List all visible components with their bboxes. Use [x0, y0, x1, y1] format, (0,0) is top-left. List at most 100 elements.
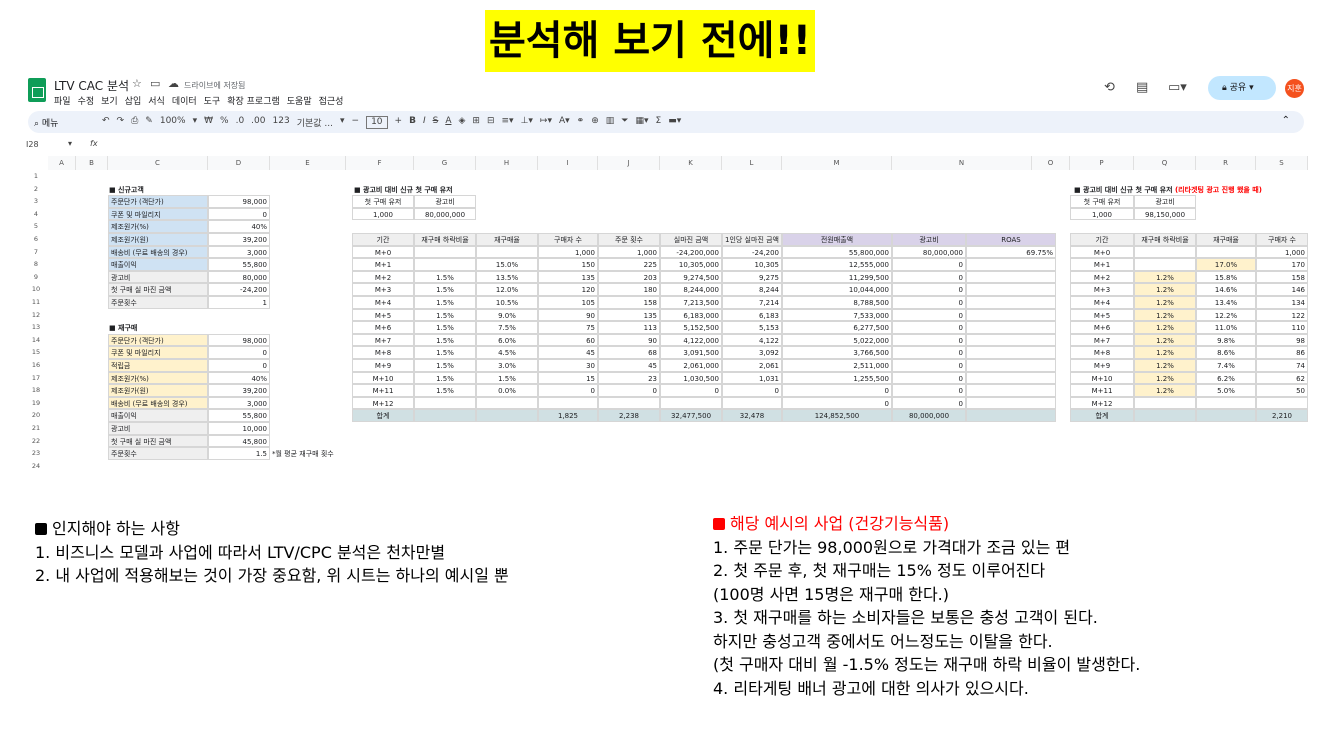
table-cell[interactable]: M+11 — [352, 384, 414, 397]
table-cell[interactable]: 69.75% — [966, 245, 1056, 259]
table-cell[interactable]: 2,511,000 — [782, 359, 892, 372]
table-cell[interactable]: 98 — [1256, 333, 1308, 347]
table-cell[interactable]: M+1 — [1070, 258, 1134, 271]
table-cell[interactable] — [1134, 396, 1196, 410]
table-cell[interactable]: M+5 — [352, 308, 414, 322]
table-header[interactable]: 전원매출액 — [782, 233, 892, 246]
total-cell[interactable]: 32,478 — [722, 409, 782, 422]
table-cell[interactable] — [1134, 245, 1196, 259]
table-cell[interactable]: 6,183,000 — [660, 308, 722, 322]
table-cell[interactable]: M+3 — [352, 283, 414, 296]
table-cell[interactable]: 11.0% — [1196, 321, 1256, 334]
table-cell[interactable]: M+12 — [1070, 396, 1134, 410]
table-cell[interactable]: 1,000 — [1256, 245, 1308, 259]
table-cell[interactable]: 105 — [538, 296, 598, 309]
table-cell[interactable]: 6,277,500 — [782, 321, 892, 334]
table-cell[interactable]: 146 — [1256, 283, 1308, 296]
value-cell[interactable]: 40% — [208, 371, 270, 385]
table-cell[interactable]: 60 — [538, 333, 598, 347]
table-cell[interactable]: 5,153 — [722, 321, 782, 334]
table-cell[interactable] — [414, 258, 476, 271]
table-cell[interactable]: 30 — [538, 359, 598, 372]
value-cell[interactable]: 0 — [208, 207, 270, 221]
table-header[interactable]: 구매자 수 — [538, 233, 598, 246]
table-cell[interactable]: 45 — [598, 359, 660, 372]
table-cell[interactable]: 0 — [538, 384, 598, 397]
total-cell[interactable] — [1134, 409, 1196, 422]
table-cell[interactable]: 9.8% — [1196, 333, 1256, 347]
label-cell[interactable]: 제조원가(원) — [108, 233, 208, 246]
table-cell[interactable]: 1.2% — [1134, 371, 1196, 385]
table-cell[interactable]: 4,122,000 — [660, 333, 722, 347]
table-cell[interactable]: 0 — [892, 346, 966, 359]
table-cell[interactable]: 1.5% — [414, 359, 476, 372]
table-cell[interactable]: 0 — [892, 333, 966, 347]
label-cell[interactable]: 쿠폰 및 마일리지 — [108, 207, 208, 221]
table-cell[interactable]: 122 — [1256, 308, 1308, 322]
value-cell[interactable]: 39,200 — [208, 384, 270, 397]
table-cell[interactable]: 170 — [1256, 258, 1308, 271]
table-cell[interactable] — [966, 371, 1056, 385]
table-header[interactable]: 재구매율 — [476, 233, 538, 246]
table-cell[interactable]: 0 — [598, 384, 660, 397]
total-cell[interactable] — [414, 409, 476, 422]
table-cell[interactable]: 1,000 — [538, 245, 598, 259]
table-cell[interactable] — [966, 296, 1056, 309]
table-cell[interactable] — [660, 396, 722, 410]
value-cell[interactable]: 3,000 — [208, 396, 270, 410]
table-cell[interactable]: 158 — [598, 296, 660, 309]
table-cell[interactable] — [414, 396, 476, 410]
table-cell[interactable]: 135 — [538, 270, 598, 284]
table-cell[interactable]: M+5 — [1070, 308, 1134, 322]
table-cell[interactable] — [1134, 258, 1196, 271]
table-cell[interactable]: 12.2% — [1196, 308, 1256, 322]
table-cell[interactable]: M+6 — [352, 321, 414, 334]
table-cell[interactable]: 12,555,000 — [782, 258, 892, 271]
table-cell[interactable]: 7,533,000 — [782, 308, 892, 322]
table-cell[interactable]: 7.4% — [1196, 359, 1256, 372]
table-cell[interactable]: 1.2% — [1134, 384, 1196, 397]
table-cell[interactable]: 1.2% — [1134, 296, 1196, 309]
table-cell[interactable]: 6.0% — [476, 333, 538, 347]
value-cell[interactable]: 80,000,000 — [414, 207, 476, 221]
value-cell[interactable]: 10,000 — [208, 422, 270, 435]
table-cell[interactable]: 0 — [892, 283, 966, 296]
table-cell[interactable] — [1256, 396, 1308, 410]
value-cell[interactable]: 98,000 — [208, 333, 270, 347]
table-header[interactable]: 기간 — [1070, 233, 1134, 246]
label-cell[interactable]: 쿠폰 및 마일리지 — [108, 346, 208, 359]
table-cell[interactable]: 1.5% — [414, 346, 476, 359]
table-cell[interactable]: 203 — [598, 270, 660, 284]
total-cell[interactable]: 80,000,000 — [892, 409, 966, 422]
table-cell[interactable]: 4.5% — [476, 346, 538, 359]
table-cell[interactable]: 0 — [892, 384, 966, 397]
table-cell[interactable]: 11,299,500 — [782, 270, 892, 284]
total-cell[interactable]: 2,210 — [1256, 409, 1308, 422]
table-cell[interactable]: 1.5% — [414, 371, 476, 385]
value-cell[interactable]: 0 — [208, 359, 270, 372]
value-cell[interactable]: 0 — [208, 346, 270, 359]
value-cell[interactable]: 3,000 — [208, 245, 270, 259]
label-cell[interactable]: 적립금 — [108, 359, 208, 372]
header-cell[interactable]: 광고비 — [414, 195, 476, 208]
header-cell[interactable]: 광고비 — [1134, 195, 1196, 208]
table-cell[interactable]: 1.2% — [1134, 321, 1196, 334]
table-header[interactable]: 재구매 하락비율 — [1134, 233, 1196, 246]
table-cell[interactable]: M+3 — [1070, 283, 1134, 296]
label-cell[interactable]: 첫 구매 실 마진 금액 — [108, 434, 208, 448]
table-cell[interactable]: 50 — [1256, 384, 1308, 397]
table-cell[interactable]: 0 — [892, 396, 966, 410]
value-cell[interactable]: 98,000 — [208, 195, 270, 208]
table-cell[interactable]: 1.5% — [414, 321, 476, 334]
table-cell[interactable]: 1.2% — [1134, 346, 1196, 359]
label-cell[interactable]: 광고비 — [108, 270, 208, 284]
total-cell[interactable]: 32,477,500 — [660, 409, 722, 422]
table-cell[interactable]: M+12 — [352, 396, 414, 410]
table-cell[interactable]: M+4 — [352, 296, 414, 309]
table-cell[interactable]: 12.0% — [476, 283, 538, 296]
table-cell[interactable]: 1.2% — [1134, 283, 1196, 296]
table-cell[interactable]: 90 — [598, 333, 660, 347]
table-cell[interactable]: 10,305 — [722, 258, 782, 271]
table-cell[interactable] — [1196, 396, 1256, 410]
label-cell[interactable]: 배송비 (무료 배송의 경우) — [108, 396, 208, 410]
